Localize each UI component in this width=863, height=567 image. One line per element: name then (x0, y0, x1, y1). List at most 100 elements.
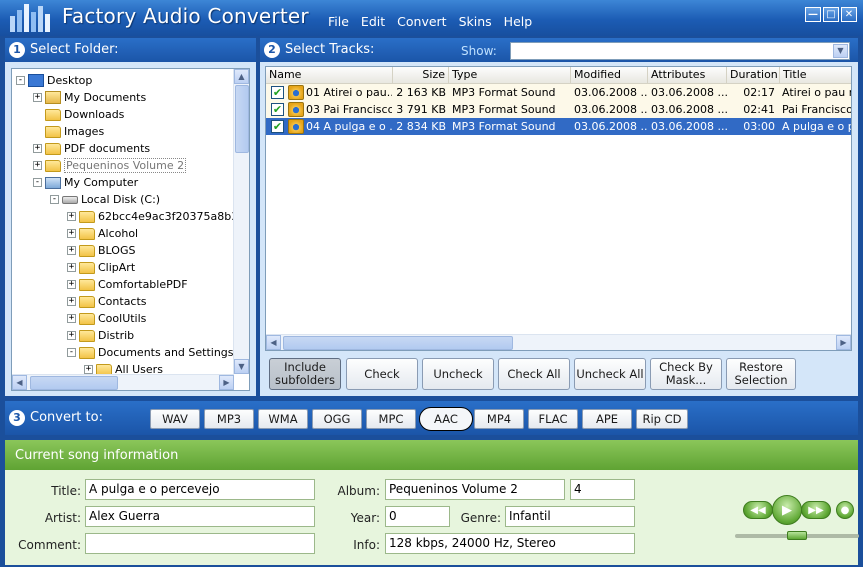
seek-thumb[interactable] (787, 531, 807, 540)
scroll-left-icon[interactable]: ◀ (12, 375, 27, 390)
tree-item[interactable]: + ClipArt (67, 259, 135, 276)
tree-item[interactable]: + My Documents (33, 89, 146, 106)
tree-item[interactable]: Images (33, 123, 104, 140)
track-checkbox[interactable]: ✔ (271, 86, 284, 99)
tree-scroll-thumb[interactable] (235, 85, 249, 153)
format-wma-button[interactable]: WMA (258, 409, 308, 429)
tree-item[interactable]: - Local Disk (C:) (50, 191, 160, 208)
tree-item[interactable]: + BLOGS (67, 242, 135, 259)
format-ogg-button[interactable]: OGG (312, 409, 362, 429)
album-field[interactable]: Pequeninos Volume 2 (385, 479, 565, 500)
tree-vertical-scrollbar[interactable]: ▲ ▼ (233, 69, 249, 374)
tree-item[interactable]: - Documents and Settings (67, 344, 234, 361)
tree-item[interactable]: + ComfortablePDF (67, 276, 188, 293)
column-name[interactable]: Name (266, 67, 393, 84)
format-mp3-button[interactable]: MP3 (204, 409, 254, 429)
tree-item[interactable]: +62bcc4e9ac3f20375a8b33 (67, 208, 245, 225)
menu-edit[interactable]: Edit (355, 14, 391, 29)
seek-slider[interactable] (735, 531, 859, 540)
menu-help[interactable]: Help (498, 14, 539, 29)
expand-icon[interactable]: + (84, 365, 93, 374)
year-field[interactable]: 0 (385, 506, 450, 527)
scroll-up-icon[interactable]: ▲ (234, 69, 249, 84)
fast-forward-icon[interactable]: ▶▶ (801, 501, 831, 519)
collapse-icon[interactable]: - (50, 195, 59, 204)
tree-item[interactable]: Downloads (33, 106, 124, 123)
collapse-icon[interactable]: - (67, 348, 76, 357)
artist-field[interactable]: Alex Guerra (85, 506, 315, 527)
table-row[interactable]: ✔ 03 Pai Francisco 3 791 KB MP3 Format Soun… (266, 101, 851, 118)
maximize-icon[interactable]: □ (823, 7, 839, 22)
collapse-icon[interactable]: - (16, 76, 25, 85)
expand-icon[interactable]: + (33, 93, 42, 102)
format-aac-button[interactable]: AAC (419, 407, 473, 431)
table-row[interactable]: ✔ 01 Atirei o pau... 2 163 KB MP3 Format So… (266, 84, 851, 101)
tree-item[interactable]: - My Computer (33, 174, 138, 191)
format-wav-button[interactable]: WAV (150, 409, 200, 429)
expand-icon[interactable]: + (67, 314, 76, 323)
expand-icon[interactable]: + (33, 144, 42, 153)
menu-skins[interactable]: Skins (453, 14, 498, 29)
play-icon[interactable]: ▶ (772, 495, 802, 525)
uncheck-button[interactable]: Uncheck (422, 358, 494, 390)
track-checkbox[interactable]: ✔ (271, 120, 284, 133)
tree-item[interactable]: + Contacts (67, 293, 147, 310)
scroll-right-icon[interactable]: ▶ (836, 335, 851, 350)
folder-tree[interactable]: - Desktop + My Documents Downloads Images + PDF… (11, 68, 250, 391)
comment-field[interactable] (85, 533, 315, 554)
tree-item[interactable]: - Desktop (16, 72, 92, 89)
collapse-icon[interactable]: - (33, 178, 42, 187)
track-checkbox[interactable]: ✔ (271, 103, 284, 116)
check-button[interactable]: Check (346, 358, 418, 390)
expand-icon[interactable]: + (67, 246, 76, 255)
expand-icon[interactable]: + (67, 263, 76, 272)
scroll-right-icon[interactable]: ▶ (219, 375, 234, 390)
format-mpc-button[interactable]: MPC (366, 409, 416, 429)
column-size[interactable]: Size (393, 67, 449, 84)
tracks-horizontal-scrollbar[interactable]: ◀ ▶ (266, 334, 851, 350)
uncheck-all-button[interactable]: Uncheck All (574, 358, 646, 390)
table-row[interactable]: ✔ 04 A pulga e o ... 2 834 KB MP3 Format So… (266, 118, 851, 135)
scroll-left-icon[interactable]: ◀ (266, 335, 281, 350)
column-type[interactable]: Type (449, 67, 571, 84)
expand-icon[interactable]: + (33, 161, 42, 170)
scroll-down-icon[interactable]: ▼ (234, 359, 249, 374)
close-icon[interactable]: ✕ (841, 7, 857, 22)
include-subfolders-button[interactable]: Include subfolders (269, 358, 341, 390)
check-by-mask-button[interactable]: Check By Mask... (650, 358, 722, 390)
expand-icon[interactable]: + (67, 280, 76, 289)
minimize-icon[interactable]: — (805, 7, 821, 22)
tree-item[interactable]: + CoolUtils (67, 310, 146, 327)
tracks-hscroll-thumb[interactable] (283, 336, 513, 350)
tracks-list[interactable]: Name Size Type Modified Attributes Durat… (265, 66, 852, 351)
menu-file[interactable]: File (322, 14, 355, 29)
format-mp4-button[interactable]: MP4 (474, 409, 524, 429)
volume-icon[interactable]: ● (836, 501, 854, 519)
expand-icon[interactable]: + (67, 297, 76, 306)
restore-selection-button[interactable]: Restore Selection (726, 358, 796, 390)
format-flac-button[interactable]: FLAC (528, 409, 578, 429)
tree-horizontal-scrollbar[interactable]: ◀ ▶ (12, 374, 234, 390)
tree-item[interactable]: + PDF documents (33, 140, 150, 157)
column-duration[interactable]: Duration (727, 67, 780, 84)
chevron-down-icon[interactable]: ▼ (833, 44, 848, 58)
expand-icon[interactable]: + (67, 331, 76, 340)
tree-hscroll-thumb[interactable] (30, 376, 118, 390)
format-ape-button[interactable]: APE (582, 409, 632, 429)
expand-icon[interactable]: + (67, 212, 76, 221)
expand-icon[interactable]: + (67, 229, 76, 238)
file-type-select[interactable]: MP3 files (*.mp3) ▼ (510, 42, 850, 60)
column-title[interactable]: Title (780, 67, 851, 84)
rip-cd-button[interactable]: Rip CD (636, 409, 688, 429)
title-field[interactable]: A pulga e o percevejo (85, 479, 315, 500)
check-all-button[interactable]: Check All (498, 358, 570, 390)
track-number-field[interactable]: 4 (570, 479, 635, 500)
genre-field[interactable]: Infantil (505, 506, 635, 527)
tree-item[interactable]: + Distrib (67, 327, 134, 344)
column-attributes[interactable]: Attributes (648, 67, 727, 84)
tree-item[interactable]: + Alcohol (67, 225, 138, 242)
tree-item[interactable]: + Pequeninos Volume 2 (33, 157, 187, 174)
menu-convert[interactable]: Convert (391, 14, 452, 29)
column-modified[interactable]: Modified (571, 67, 648, 84)
rewind-icon[interactable]: ◀◀ (743, 501, 773, 519)
